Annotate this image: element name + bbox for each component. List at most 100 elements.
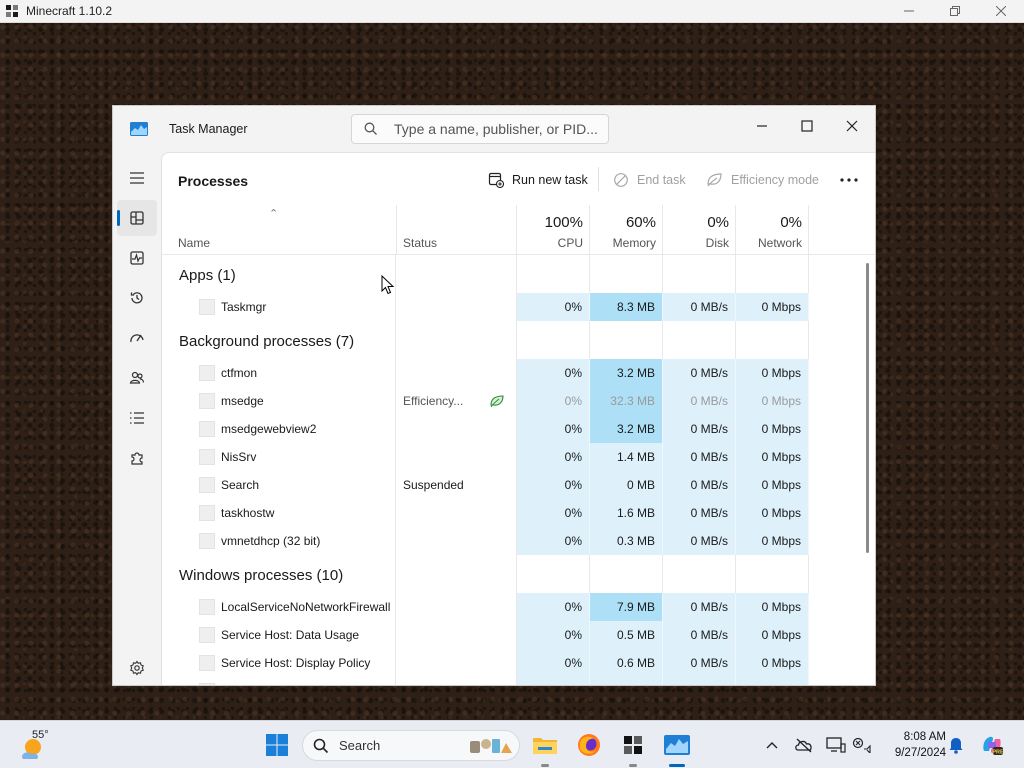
taskbar-file-explorer[interactable] bbox=[531, 731, 559, 759]
gear-icon bbox=[130, 660, 144, 676]
nav-services[interactable] bbox=[117, 440, 157, 476]
group-header-apps[interactable]: Apps (1) bbox=[162, 255, 859, 293]
tray-network-volume[interactable] bbox=[852, 735, 872, 755]
column-header-status[interactable]: Status bbox=[397, 205, 517, 255]
cpu-total-percent: 100% bbox=[544, 214, 583, 231]
table-row[interactable]: Service Host: Display Policy Se... 0% 0.… bbox=[162, 649, 859, 685]
disk-cell: 0 MB/s bbox=[663, 621, 736, 649]
group-header-background[interactable]: Background processes (7) bbox=[162, 321, 859, 359]
taskbar-search-box[interactable]: Search bbox=[302, 730, 520, 761]
process-status-cell bbox=[396, 293, 517, 321]
taskbar-task-manager[interactable] bbox=[663, 731, 691, 759]
processes-page: Processes Run new task End task Efficien… bbox=[161, 152, 875, 685]
process-name: Search bbox=[221, 478, 260, 492]
mouse-pointer-icon bbox=[381, 275, 395, 295]
task-manager-title: Task Manager bbox=[169, 122, 248, 136]
process-name: ctfmon bbox=[221, 366, 258, 380]
table-row[interactable]: Service Host: Data Usage 0% 0.5 MB 0 MB/… bbox=[162, 621, 859, 649]
column-header-cpu[interactable]: 100% CPU bbox=[517, 205, 590, 255]
table-row[interactable]: msedgewebview2 0% 3.2 MB 0 MB/s 0 Mbps bbox=[162, 415, 859, 443]
process-name-cell: Service Host: Group Policy bbox=[162, 677, 396, 685]
show-hidden-icons-button[interactable] bbox=[762, 735, 782, 755]
group-header-windows[interactable]: Windows processes (10) bbox=[162, 555, 859, 593]
search-icon bbox=[313, 738, 329, 753]
cpu-cell: 0% bbox=[517, 527, 590, 555]
process-icon bbox=[199, 299, 215, 315]
weather-widget[interactable]: 55° bbox=[18, 729, 58, 761]
end-task-button[interactable]: End task bbox=[613, 170, 686, 190]
run-new-task-button[interactable]: Run new task bbox=[488, 170, 588, 190]
taskbar-clock[interactable]: 8:08 AM 9/27/2024 bbox=[880, 729, 946, 761]
minecraft-restore-button[interactable] bbox=[932, 0, 978, 23]
chevron-up-icon bbox=[766, 742, 778, 749]
disk-total-percent: 0% bbox=[707, 214, 729, 231]
disk-cell: 0 MB/s bbox=[663, 649, 736, 677]
minecraft-minimize-button[interactable] bbox=[886, 0, 932, 23]
column-name-label: Name bbox=[178, 236, 211, 250]
tm-close-button[interactable] bbox=[830, 112, 874, 140]
process-table-header: ⌃ Name Status 100% CPU 60% Memory 0% Dis… bbox=[162, 205, 875, 255]
nav-details[interactable] bbox=[117, 400, 157, 436]
network-cell: 0 Mbps bbox=[736, 677, 809, 685]
nav-menu-button[interactable] bbox=[117, 160, 157, 196]
notifications-button[interactable] bbox=[946, 735, 966, 755]
group-status-cell bbox=[396, 255, 517, 293]
running-indicator-active bbox=[669, 764, 685, 767]
table-row[interactable]: NisSrv 0% 1.4 MB 0 MB/s 0 Mbps bbox=[162, 443, 859, 471]
tray-onedrive[interactable] bbox=[794, 735, 814, 755]
efficiency-mode-button[interactable]: Efficiency mode bbox=[706, 170, 819, 190]
nav-users[interactable] bbox=[117, 360, 157, 396]
table-row[interactable]: vmnetdhcp (32 bit) 0% 0.3 MB 0 MB/s 0 Mb… bbox=[162, 527, 859, 555]
process-name-cell: LocalServiceNoNetworkFirewall bbox=[162, 593, 396, 621]
nav-startup-apps[interactable] bbox=[117, 320, 157, 356]
process-list: Apps (1) Taskmgr 0% 8.3 MB 0 MB/s 0 Mbps… bbox=[162, 255, 859, 685]
nav-settings[interactable] bbox=[117, 650, 157, 685]
group-label: Apps (1) bbox=[179, 267, 236, 284]
nav-performance[interactable] bbox=[117, 240, 157, 276]
table-row[interactable]: Service Host: Group Policy 0% 1.2 MB 0 M… bbox=[162, 677, 859, 685]
windows-taskbar: 55° Search 8:08 AM 9/27/2024 PRE bbox=[0, 720, 1024, 768]
process-name: taskhostw bbox=[221, 506, 275, 520]
table-row[interactable]: msedge Efficiency... 0% 32.3 MB 0 MB/s 0… bbox=[162, 387, 859, 415]
minecraft-close-button[interactable] bbox=[978, 0, 1024, 23]
hamburger-menu-icon bbox=[130, 172, 144, 184]
start-button[interactable] bbox=[263, 731, 291, 759]
process-search-box[interactable] bbox=[351, 114, 609, 144]
process-name: vmnetdhcp (32 bit) bbox=[221, 534, 321, 548]
group-cpu-cell bbox=[517, 255, 590, 293]
task-manager-titlebar[interactable]: Task Manager bbox=[113, 106, 875, 152]
processes-icon bbox=[130, 211, 144, 225]
nav-processes[interactable] bbox=[117, 200, 157, 236]
copilot-button[interactable]: PRE bbox=[980, 733, 1004, 757]
memory-cell: 8.3 MB bbox=[590, 293, 663, 321]
process-search-input[interactable] bbox=[394, 121, 604, 137]
process-icon bbox=[199, 533, 215, 549]
tray-display[interactable] bbox=[826, 735, 846, 755]
nav-app-history[interactable] bbox=[117, 280, 157, 316]
table-row[interactable]: Taskmgr 0% 8.3 MB 0 MB/s 0 Mbps bbox=[162, 293, 859, 321]
network-total-percent: 0% bbox=[780, 214, 802, 231]
table-row[interactable]: Search Suspended 0% 0 MB 0 MB/s 0 Mbps bbox=[162, 471, 859, 499]
column-header-disk[interactable]: 0% Disk bbox=[663, 205, 736, 255]
cpu-cell: 0% bbox=[517, 649, 590, 677]
group-label: Background processes (7) bbox=[179, 333, 355, 350]
group-cpu-cell bbox=[517, 555, 590, 593]
more-options-button[interactable] bbox=[840, 170, 866, 190]
table-row[interactable]: ctfmon 0% 3.2 MB 0 MB/s 0 Mbps bbox=[162, 359, 859, 387]
weather-temperature: 55° bbox=[32, 729, 49, 741]
vertical-scrollbar[interactable] bbox=[866, 263, 869, 553]
tm-maximize-button[interactable] bbox=[785, 112, 829, 140]
column-header-network[interactable]: 0% Network bbox=[736, 205, 809, 255]
taskbar-minecraft[interactable] bbox=[619, 731, 647, 759]
tm-minimize-button[interactable] bbox=[740, 112, 784, 140]
column-header-memory[interactable]: 60% Memory bbox=[590, 205, 663, 255]
task-manager-app-icon bbox=[130, 122, 148, 136]
column-header-name[interactable]: ⌃ Name bbox=[162, 205, 397, 255]
table-row[interactable]: LocalServiceNoNetworkFirewall 0% 7.9 MB … bbox=[162, 593, 859, 621]
taskbar-firefox[interactable] bbox=[575, 731, 603, 759]
process-name-cell: Service Host: Display Policy Se... bbox=[162, 649, 396, 685]
memory-cell: 7.9 MB bbox=[590, 593, 663, 621]
table-row[interactable]: taskhostw 0% 1.6 MB 0 MB/s 0 Mbps bbox=[162, 499, 859, 527]
cpu-column-label: CPU bbox=[557, 236, 583, 250]
group-cpu-cell bbox=[517, 321, 590, 359]
